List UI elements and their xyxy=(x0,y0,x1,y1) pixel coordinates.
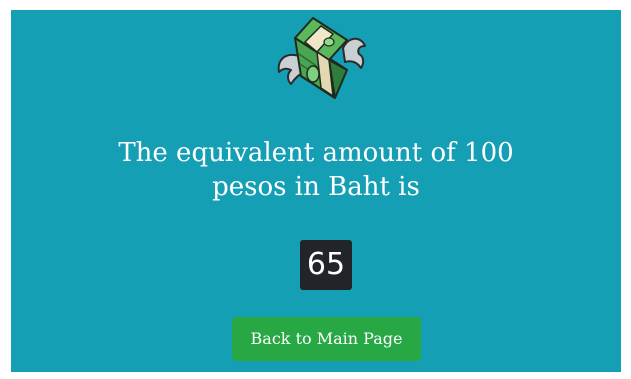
converter-result-panel: The equivalent amount of 100 pesos in Ba… xyxy=(11,10,621,372)
result-value-badge: 65 xyxy=(300,240,352,290)
conversion-message: The equivalent amount of 100 pesos in Ba… xyxy=(11,136,621,204)
conversion-message-line-1: The equivalent amount of 100 xyxy=(118,138,514,168)
back-to-main-page-button[interactable]: Back to Main Page xyxy=(232,317,421,361)
flying-money-icon xyxy=(277,14,367,106)
conversion-message-line-2: pesos in Baht is xyxy=(212,172,420,202)
